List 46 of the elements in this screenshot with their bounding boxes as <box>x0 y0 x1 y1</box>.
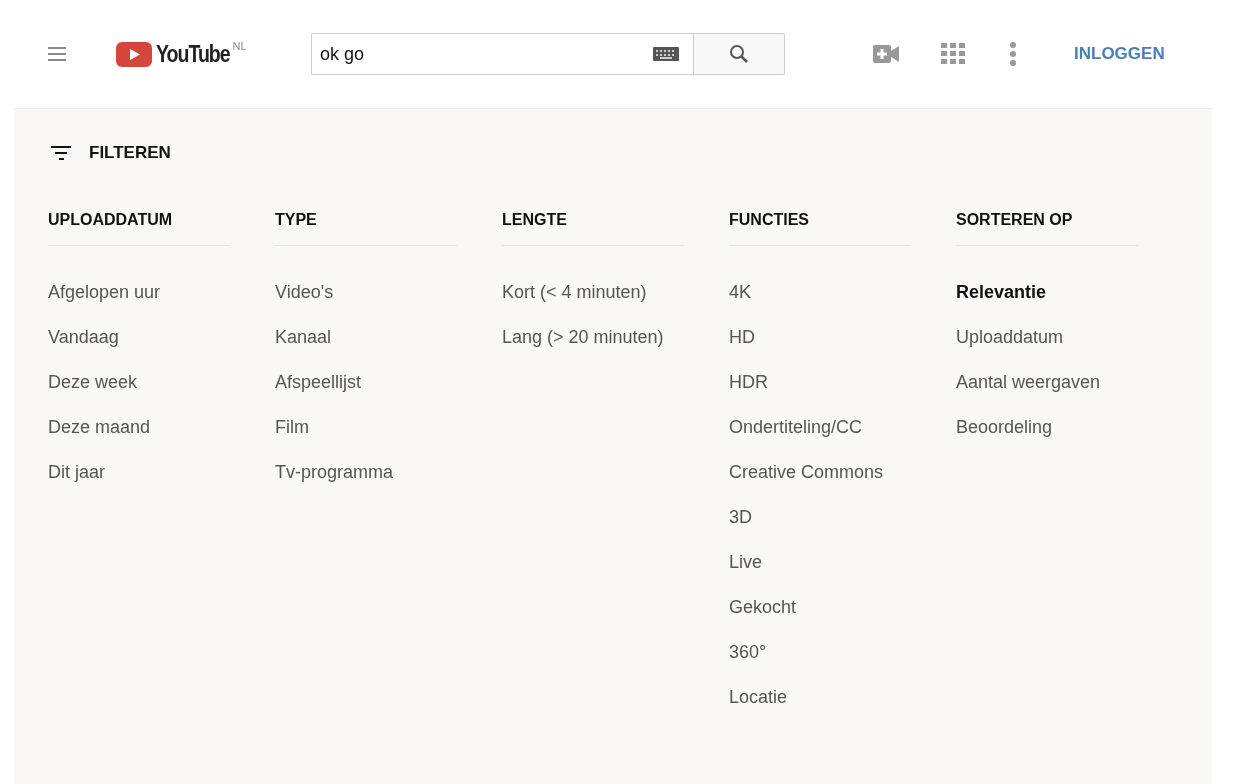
filter-option-link[interactable]: Film <box>275 404 309 449</box>
region-label: NL <box>232 39 247 52</box>
search-button[interactable] <box>693 33 785 75</box>
column-heading: SORTEREN OP <box>956 211 1138 246</box>
search-icon <box>729 44 749 64</box>
column-heading: FUNCTIES <box>729 211 911 246</box>
filter-option-link[interactable]: Gekocht <box>729 584 797 629</box>
filter-option-link[interactable]: Vandaag <box>48 314 119 359</box>
keyboard-icon[interactable] <box>653 47 679 61</box>
filter-icon <box>51 146 71 160</box>
filter-option-link[interactable]: HDR <box>729 359 768 404</box>
search-field[interactable]: ok go <box>311 33 693 75</box>
filter-option-link[interactable]: Beoordeling <box>956 404 1053 449</box>
filter-option-link[interactable]: Live <box>729 539 763 584</box>
filter-option-link[interactable]: Video's <box>275 269 334 314</box>
filter-option-link[interactable]: Relevantie <box>956 269 1047 314</box>
filter-option-link[interactable]: Locatie <box>729 674 788 719</box>
filter-option-link[interactable]: Dit jaar <box>48 449 105 494</box>
filter-option-link[interactable]: Deze maand <box>48 404 151 449</box>
search-input[interactable]: ok go <box>320 43 653 65</box>
sign-in-button[interactable]: INLOGGEN <box>1074 44 1165 64</box>
filter-option-link[interactable]: 3D <box>729 494 752 539</box>
filter-option-link[interactable]: Afspeellijst <box>275 359 362 404</box>
apps-grid-icon[interactable] <box>941 43 965 65</box>
filter-option-link[interactable]: Tv-programma <box>275 449 394 494</box>
filter-option-link[interactable]: Ondertiteling/CC <box>729 404 863 449</box>
filter-option-link[interactable]: Lang (> 20 minuten) <box>502 314 664 359</box>
more-options-icon[interactable] <box>1010 42 1016 66</box>
filter-option-link[interactable]: Aantal weergaven <box>956 359 1101 404</box>
filter-option-link[interactable]: 360° <box>729 629 767 674</box>
filter-option-link[interactable]: 4K <box>729 269 752 314</box>
filter-option-link[interactable]: Creative Commons <box>729 449 884 494</box>
video-camera-plus-icon[interactable] <box>873 45 899 63</box>
filter-option-link[interactable]: Afgelopen uur <box>48 269 161 314</box>
filter-option-link[interactable]: Uploaddatum <box>956 314 1064 359</box>
menu-icon[interactable] <box>48 47 66 61</box>
column-heading: UPLOADDATUM <box>48 211 230 246</box>
play-logo-icon[interactable] <box>116 41 152 67</box>
column-heading: TYPE <box>275 211 457 246</box>
filter-option-link[interactable]: Deze week <box>48 359 138 404</box>
filter-option-link[interactable]: HD <box>729 314 755 359</box>
filter-button[interactable]: FILTEREN <box>48 143 171 163</box>
filter-option-link[interactable]: Kort (< 4 minuten) <box>502 269 647 314</box>
logo-wordmark[interactable]: YouTube <box>156 41 230 66</box>
filter-option-link[interactable]: Kanaal <box>275 314 332 359</box>
column-heading: LENGTE <box>502 211 684 246</box>
